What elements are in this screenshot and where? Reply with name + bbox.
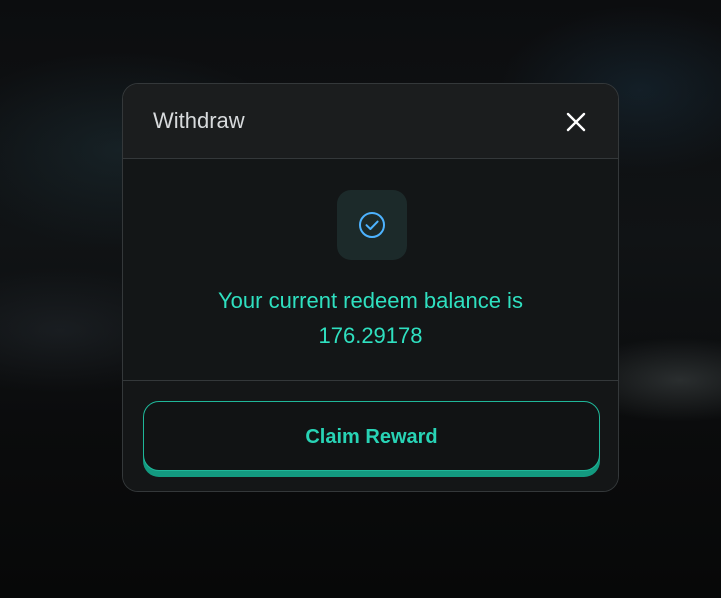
modal-body: Your current redeem balance is 176.29178 <box>123 159 618 381</box>
modal-footer: Claim Reward <box>123 381 618 491</box>
modal-header: Withdraw <box>123 84 618 159</box>
close-icon <box>566 112 586 132</box>
balance-message: Your current redeem balance is 176.29178 <box>153 283 588 353</box>
status-icon-container <box>337 190 407 260</box>
withdraw-modal: Withdraw Your current redeem balance is … <box>122 83 619 492</box>
balance-label: Your current redeem balance is <box>218 288 523 313</box>
claim-reward-button[interactable]: Claim Reward <box>143 401 600 471</box>
modal-title: Withdraw <box>153 108 245 133</box>
close-button[interactable] <box>564 110 588 134</box>
check-circle-icon <box>359 212 385 238</box>
balance-value: 176.29178 <box>318 323 423 348</box>
